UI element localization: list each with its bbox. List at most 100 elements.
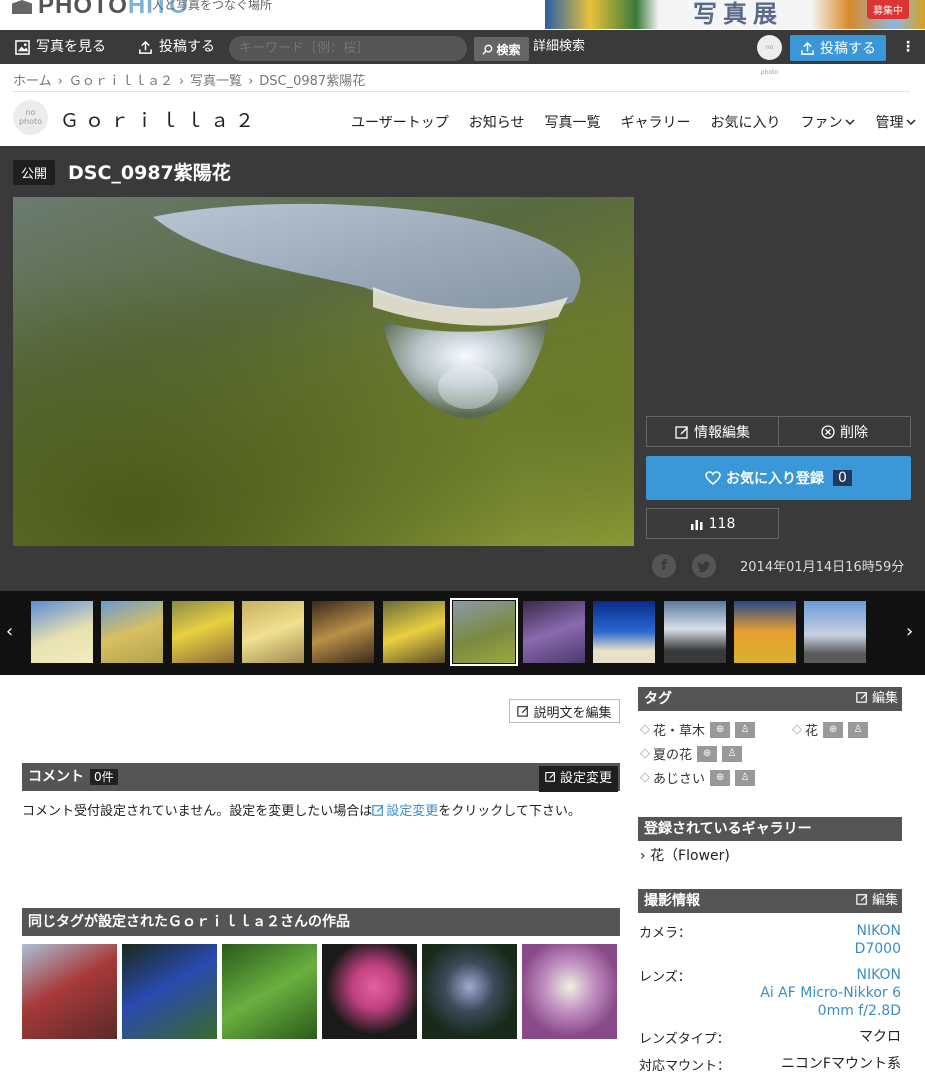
ad-banner[interactable]: 写真展 募集中 [545, 0, 925, 29]
edit-description-button[interactable]: 説明文を編集 [509, 699, 620, 723]
filmstrip-thumb[interactable] [449, 598, 518, 666]
user-menu-photos[interactable]: 写真一覧 [544, 112, 600, 132]
main-photo[interactable] [13, 197, 634, 546]
user-menu-top[interactable]: ユーザートップ [351, 112, 449, 132]
advanced-search-link[interactable]: 詳細検索 [533, 30, 585, 64]
filmstrip-thumb[interactable] [593, 601, 656, 663]
user-name[interactable]: Ｇｏｒｉｌｌａ２ [60, 106, 260, 133]
mount-value: ニコンFマウント系 [780, 1056, 901, 1072]
shooting-edit-button[interactable]: 編集 [856, 889, 898, 913]
search-button[interactable]: 検索 [474, 37, 529, 61]
post-button[interactable]: 投稿する [790, 35, 886, 61]
favorite-label: お気に入り登録 [726, 471, 825, 487]
breadcrumb-photo-list[interactable]: 写真一覧 [190, 74, 242, 89]
filmstrip-thumb[interactable] [804, 601, 867, 663]
lens-model[interactable]: Ai AF Micro-Nikkor 6 [760, 984, 901, 1002]
breadcrumb-user[interactable]: Ｇｏｒｉｌｌａ２ [69, 74, 173, 89]
shooting-edit-label: 編集 [871, 893, 898, 908]
filmstrip-thumb[interactable] [171, 601, 234, 663]
comment-settings-button[interactable]: 設定変更 [538, 766, 618, 792]
person-icon[interactable]: ♙ [735, 769, 756, 786]
globe-icon[interactable]: ⊕ [710, 721, 731, 738]
breadcrumb-home[interactable]: ホーム [13, 74, 52, 89]
user-menu-fans[interactable]: ファン [800, 112, 855, 132]
delete-button[interactable]: 削除 [778, 416, 911, 447]
chevron-left-icon[interactable]: ‹ [6, 621, 13, 642]
upload-icon [139, 40, 152, 54]
tag-item[interactable]: ◇ 花 ⊕ ♙ [792, 720, 869, 739]
lens-model-cont[interactable]: 0mm f/2.8D [760, 1002, 901, 1020]
work-thumb[interactable] [522, 944, 617, 1039]
tag-label: あじさい [653, 772, 706, 787]
chevron-down-icon [845, 119, 855, 125]
tags-edit-button[interactable]: 編集 [856, 687, 898, 711]
search-button-label: 検索 [496, 42, 521, 57]
top-banner: PHOTOHITO 人と写真をつなぐ場所 写真展 募集中 [0, 0, 925, 30]
camera-maker[interactable]: NIKON [855, 922, 901, 940]
search-input[interactable] [229, 36, 467, 61]
person-icon[interactable]: ♙ [735, 721, 756, 738]
comment-settings-label: 設定変更 [559, 771, 612, 786]
photo-title: DSC_0987紫陽花 [68, 162, 231, 184]
user-menu-gallery[interactable]: ギャラリー [620, 112, 690, 132]
post-link[interactable]: 投稿する [138, 30, 215, 64]
view-photos-button[interactable]: 写真を見る [15, 30, 106, 64]
favorite-button[interactable]: お気に入り登録 0 [646, 456, 911, 500]
tag-icon: ◇ [640, 722, 650, 737]
tag-item[interactable]: ◇ あじさい ⊕ ♙ [640, 768, 756, 787]
tag-label: 花 [805, 724, 819, 739]
banner-title: 写真展 [693, 0, 783, 28]
user-menu-news[interactable]: お知らせ [469, 112, 525, 132]
settings-change-link[interactable]: 設定変更 [372, 804, 438, 819]
filmstrip-thumb[interactable] [241, 601, 304, 663]
tags-edit-label: 編集 [871, 691, 898, 706]
lens-maker[interactable]: NIKON [760, 966, 901, 984]
more-menu-icon[interactable]: ⋮ [901, 30, 915, 64]
twitter-icon[interactable] [692, 554, 716, 578]
user-menu-favorites[interactable]: お気に入り [710, 112, 780, 132]
work-thumb[interactable] [222, 944, 317, 1039]
view-count: 118 [646, 508, 779, 539]
settings-change-link-text: 設定変更 [386, 804, 439, 819]
tag-item[interactable]: ◇ 夏の花 ⊕ ♙ [640, 744, 743, 763]
camera-value[interactable]: NIKON D7000 [855, 922, 901, 958]
avatar-text: photo [18, 117, 43, 126]
lens-value[interactable]: NIKON Ai AF Micro-Nikkor 6 0mm f/2.8D [760, 966, 901, 1020]
person-icon[interactable]: ♙ [848, 721, 869, 738]
status-badge: 公開 [13, 160, 56, 185]
user-avatar[interactable]: no photo [13, 100, 48, 135]
chevron-right-icon[interactable]: › [906, 621, 913, 642]
facebook-icon[interactable]: f [652, 554, 676, 578]
user-menu-admin[interactable]: 管理 [875, 112, 916, 132]
chevron-right-icon: › [178, 74, 185, 89]
gallery-item[interactable]: › 花（Flower) [640, 845, 730, 865]
filmstrip-thumb[interactable] [101, 601, 164, 663]
globe-icon[interactable]: ⊕ [710, 769, 731, 786]
filmstrip-thumb[interactable] [734, 601, 796, 663]
filmstrip-thumb[interactable] [382, 601, 445, 663]
filmstrip-thumb[interactable] [31, 601, 93, 663]
person-icon[interactable]: ♙ [722, 745, 743, 762]
image-icon [15, 39, 30, 55]
comment-notice-text: をクリックして下さい。 [438, 804, 581, 819]
work-thumb[interactable] [122, 944, 217, 1039]
view-photos-label: 写真を見る [36, 39, 106, 55]
globe-icon[interactable]: ⊕ [823, 721, 844, 738]
work-thumb[interactable] [22, 944, 117, 1039]
work-thumb[interactable] [422, 944, 517, 1039]
globe-icon[interactable]: ⊕ [697, 745, 718, 762]
breadcrumb-current: DSC_0987紫陽花 [259, 74, 366, 89]
filmstrip-thumb[interactable] [523, 601, 586, 663]
filmstrip-thumb[interactable] [663, 601, 726, 663]
camera-model[interactable]: D7000 [855, 940, 901, 958]
post-button-label: 投稿する [820, 41, 876, 57]
tag-item[interactable]: ◇ 花・草木 ⊕ ♙ [640, 720, 756, 739]
user-avatar-small[interactable]: no photo [757, 35, 782, 76]
chevron-right-icon: › [248, 74, 254, 89]
main-nav: 写真を見る 投稿する 検索 詳細検索 no photo 投稿する ⋮ [0, 30, 925, 76]
edit-info-button[interactable]: 情報編集 [646, 416, 779, 447]
filmstrip-thumb[interactable] [312, 601, 375, 663]
delete-circle-icon [821, 424, 835, 439]
photo-filmstrip: ‹ › [0, 591, 925, 675]
work-thumb[interactable] [322, 944, 417, 1039]
